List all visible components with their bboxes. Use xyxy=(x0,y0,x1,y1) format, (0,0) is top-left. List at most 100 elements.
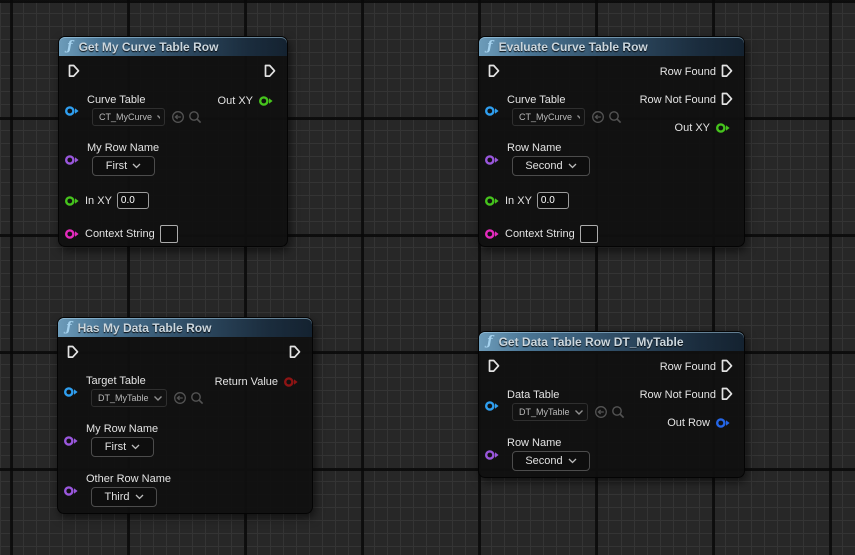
out-row-label: Out Row xyxy=(667,417,710,429)
return-value-pin-row[interactable]: Return Value xyxy=(215,376,299,388)
exec-in-pin[interactable] xyxy=(488,359,500,374)
node-title: Get Data Table Row DT_MyTable xyxy=(499,335,684,349)
data-table-asset-select[interactable]: DT_MyTable xyxy=(512,403,588,421)
use-selected-asset-icon[interactable] xyxy=(591,110,605,124)
row-found-exec-pin[interactable] xyxy=(721,64,733,79)
node-has-my-data-table-row[interactable]: ƒ Has My Data Table Row Target Table DT_… xyxy=(57,317,313,514)
row-not-found-label: Row Not Found xyxy=(640,389,716,401)
my-row-name-select[interactable]: First xyxy=(91,437,154,457)
row-name-pin[interactable] xyxy=(64,154,80,166)
row-name-select-value: Second xyxy=(525,455,562,467)
out-xy-pin-row[interactable]: Out XY xyxy=(675,122,731,134)
browse-to-asset-icon[interactable] xyxy=(190,391,204,405)
other-row-name-select-value: Third xyxy=(104,491,129,503)
browse-to-asset-icon[interactable] xyxy=(608,110,622,124)
row-not-found-pin-row[interactable]: Row Not Found xyxy=(640,92,733,107)
context-string-pin[interactable] xyxy=(484,228,500,240)
row-name-label: Row Name xyxy=(507,142,561,154)
return-value-pin[interactable] xyxy=(283,376,299,388)
blueprint-graph-canvas[interactable]: ƒ Get My Curve Table Row Curve Table CT_… xyxy=(0,0,855,555)
in-xy-input[interactable] xyxy=(537,192,569,209)
row-not-found-exec-pin[interactable] xyxy=(721,92,733,107)
node-evaluate-curve-table-row[interactable]: ƒ Evaluate Curve Table Row Row Found Row… xyxy=(478,36,745,247)
target-table-asset-select[interactable]: DT_MyTable xyxy=(91,389,167,407)
out-xy-pin[interactable] xyxy=(715,122,731,134)
chevron-down-icon xyxy=(153,395,162,402)
out-xy-pin-row[interactable]: Out XY xyxy=(218,95,274,107)
node-title: Get My Curve Table Row xyxy=(79,40,219,54)
out-xy-label: Out XY xyxy=(675,122,710,134)
browse-to-asset-icon[interactable] xyxy=(611,405,625,419)
chevron-down-icon xyxy=(156,114,160,121)
node-title: Evaluate Curve Table Row xyxy=(499,40,648,54)
row-name-pin[interactable] xyxy=(484,449,500,461)
data-table-label: Data Table xyxy=(507,389,559,401)
node-get-my-curve-table-row[interactable]: ƒ Get My Curve Table Row Curve Table CT_… xyxy=(58,36,288,247)
node-get-data-table-row[interactable]: ƒ Get Data Table Row DT_MyTable Row Foun… xyxy=(478,331,745,478)
row-found-exec-pin[interactable] xyxy=(721,359,733,374)
exec-in-pin[interactable] xyxy=(488,64,500,79)
row-not-found-pin-row[interactable]: Row Not Found xyxy=(640,387,733,402)
row-name-select-value: First xyxy=(106,160,127,172)
in-xy-pin[interactable] xyxy=(64,195,80,207)
node-header[interactable]: ƒ Has My Data Table Row xyxy=(58,318,312,337)
return-value-label: Return Value xyxy=(215,376,278,388)
out-row-pin[interactable] xyxy=(715,417,731,429)
out-row-pin-row[interactable]: Out Row xyxy=(667,417,731,429)
context-string-input[interactable] xyxy=(160,225,178,243)
curve-table-asset-select[interactable]: CT_MyCurve xyxy=(512,108,585,126)
asset-select-value: DT_MyTable xyxy=(98,393,149,403)
node-header[interactable]: ƒ Evaluate Curve Table Row xyxy=(479,37,744,56)
context-string-pin[interactable] xyxy=(64,228,80,240)
target-table-pin[interactable] xyxy=(63,386,79,398)
out-xy-pin[interactable] xyxy=(258,95,274,107)
chevron-down-icon xyxy=(568,163,577,169)
row-not-found-label: Row Not Found xyxy=(640,94,716,106)
curve-table-label: Curve Table xyxy=(87,94,146,106)
row-name-select[interactable]: First xyxy=(92,156,155,176)
function-icon: ƒ xyxy=(67,40,73,53)
context-string-input[interactable] xyxy=(580,225,598,243)
target-table-label: Target Table xyxy=(86,375,146,387)
exec-in-pin[interactable] xyxy=(68,64,80,79)
my-row-name-label: My Row Name xyxy=(86,423,158,435)
row-name-select[interactable]: Second xyxy=(512,156,590,176)
row-name-select-value: Second xyxy=(525,160,562,172)
my-row-name-pin[interactable] xyxy=(63,435,79,447)
function-icon: ƒ xyxy=(66,321,72,334)
out-xy-label: Out XY xyxy=(218,95,253,107)
curve-table-asset-select[interactable]: CT_MyCurve xyxy=(92,108,165,126)
node-header[interactable]: ƒ Get Data Table Row DT_MyTable xyxy=(479,332,744,351)
row-found-pin-row[interactable]: Row Found xyxy=(660,64,733,79)
curve-table-pin[interactable] xyxy=(484,105,500,117)
exec-out-pin[interactable] xyxy=(264,64,276,79)
row-name-label: My Row Name xyxy=(87,142,159,154)
in-xy-label: In XY xyxy=(505,195,532,207)
exec-out-pin[interactable] xyxy=(289,345,301,360)
row-name-select[interactable]: Second xyxy=(512,451,590,471)
chevron-down-icon xyxy=(574,409,583,416)
in-xy-label: In XY xyxy=(85,195,112,207)
browse-to-asset-icon[interactable] xyxy=(188,110,202,124)
row-name-label: Row Name xyxy=(507,437,561,449)
chevron-down-icon xyxy=(568,458,577,464)
in-xy-pin[interactable] xyxy=(484,195,500,207)
curve-table-pin[interactable] xyxy=(64,105,80,117)
row-not-found-exec-pin[interactable] xyxy=(721,387,733,402)
other-row-name-pin[interactable] xyxy=(63,485,79,497)
node-header[interactable]: ƒ Get My Curve Table Row xyxy=(59,37,287,56)
use-selected-asset-icon[interactable] xyxy=(173,391,187,405)
asset-select-value: CT_MyCurve xyxy=(99,112,152,122)
function-icon: ƒ xyxy=(487,40,493,53)
in-xy-input[interactable] xyxy=(117,192,149,209)
row-name-pin[interactable] xyxy=(484,154,500,166)
exec-in-pin[interactable] xyxy=(67,345,79,360)
use-selected-asset-icon[interactable] xyxy=(594,405,608,419)
context-string-label: Context String xyxy=(85,228,155,240)
chevron-down-icon xyxy=(135,494,144,500)
data-table-pin[interactable] xyxy=(484,400,500,412)
other-row-name-select[interactable]: Third xyxy=(91,487,157,507)
row-found-pin-row[interactable]: Row Found xyxy=(660,359,733,374)
use-selected-asset-icon[interactable] xyxy=(171,110,185,124)
node-title: Has My Data Table Row xyxy=(78,321,212,335)
